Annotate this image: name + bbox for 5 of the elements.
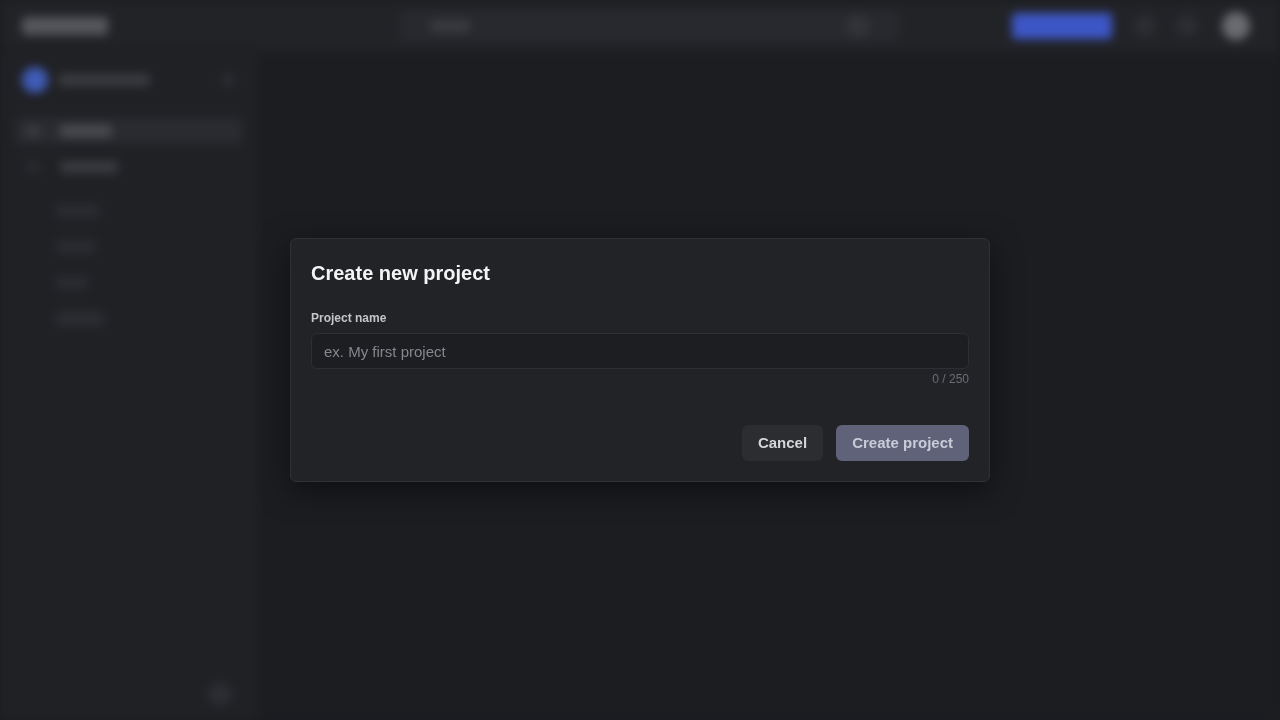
dialog-title: Create new project <box>311 261 490 286</box>
field-label: Project name <box>311 310 387 326</box>
project-name-input[interactable]: ex. My first project <box>311 333 969 369</box>
cancel-button[interactable]: Cancel <box>741 425 824 461</box>
character-counter: 0 / 250 <box>932 371 969 387</box>
